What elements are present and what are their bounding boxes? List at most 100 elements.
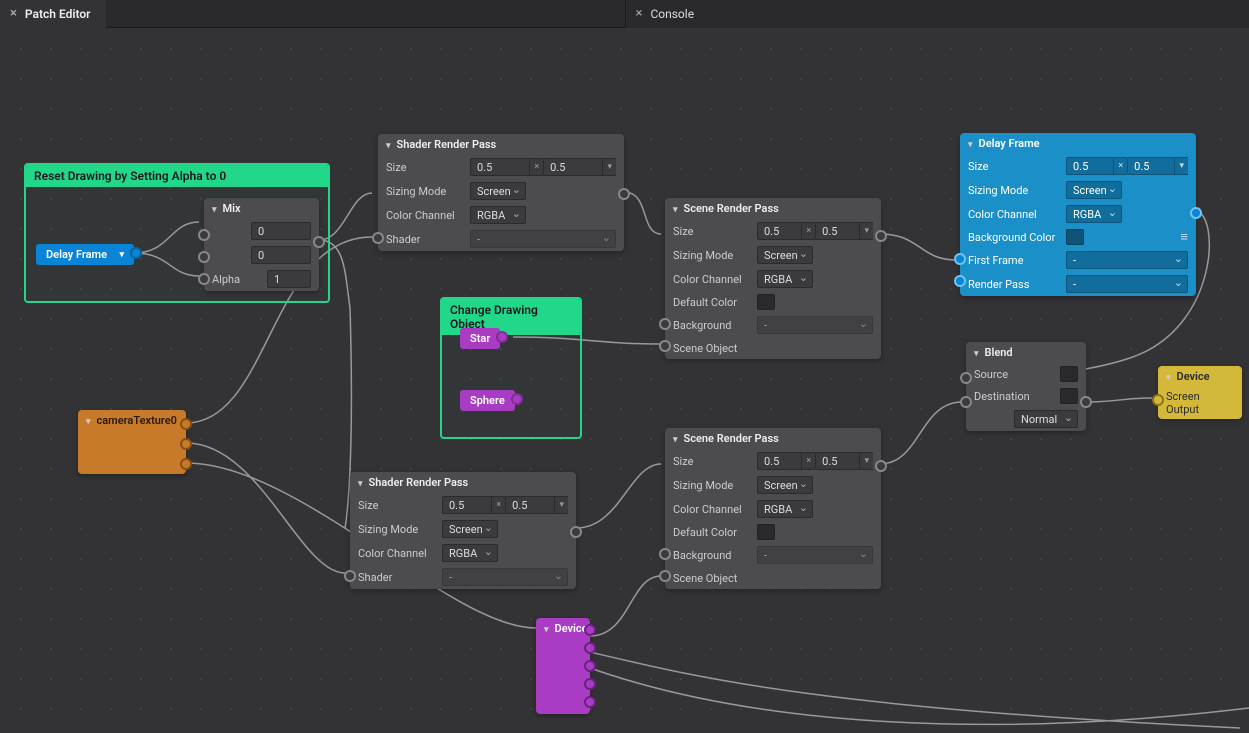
output-port[interactable] — [1080, 396, 1092, 408]
color-channel-select[interactable]: RGBA — [470, 206, 526, 224]
group-title: Reset Drawing by Setting Alpha to 0 — [26, 165, 328, 187]
input-port[interactable] — [1152, 394, 1164, 406]
close-icon[interactable]: × — [10, 6, 17, 21]
color-channel-select[interactable]: RGBA — [757, 500, 813, 518]
input-port[interactable] — [344, 570, 356, 582]
size-input[interactable]: 0.5×0.5▾ — [757, 452, 873, 470]
color-channel-select[interactable]: RGBA — [1066, 205, 1122, 223]
tab-label: Console — [650, 7, 694, 21]
size-input[interactable]: 0.5×0.5▾ — [757, 222, 873, 240]
delay-frame-node[interactable]: Delay Frame Size0.5×0.5▾ Sizing ModeScre… — [960, 133, 1196, 296]
input-port[interactable] — [960, 396, 972, 408]
delay-frame-pill[interactable]: Delay Frame ▾ — [36, 244, 134, 265]
input-port[interactable] — [960, 372, 972, 384]
sphere-pill[interactable]: Sphere — [460, 390, 515, 411]
input-port[interactable] — [954, 253, 966, 265]
node-header[interactable]: Device — [1158, 366, 1242, 387]
node-canvas[interactable]: Reset Drawing by Setting Alpha to 0 Dela… — [0, 28, 1249, 733]
color-swatch[interactable] — [757, 524, 775, 540]
output-port[interactable] — [584, 660, 596, 672]
output-port[interactable] — [875, 230, 887, 242]
blend-mode-select[interactable]: Normal — [1014, 410, 1078, 428]
close-icon[interactable]: × — [636, 6, 643, 21]
mix-node[interactable]: Mix 0 0 Alpha1 — [204, 198, 319, 291]
color-swatch[interactable] — [757, 294, 775, 310]
output-port[interactable] — [1190, 207, 1202, 219]
output-port[interactable] — [584, 624, 596, 636]
background-select[interactable]: - — [757, 546, 873, 564]
output-port[interactable] — [584, 696, 596, 708]
sizing-mode-select[interactable]: Screen — [757, 246, 813, 264]
sizing-mode-label: Sizing Mode — [673, 249, 751, 262]
node-header[interactable]: Shader Render Pass — [350, 472, 576, 493]
output-port[interactable] — [875, 460, 887, 472]
shader-select[interactable]: - — [442, 568, 568, 586]
sizing-mode-select[interactable]: Screen — [442, 520, 498, 538]
sizing-mode-label: Sizing Mode — [358, 523, 436, 536]
tab-patch-editor[interactable]: × Patch Editor — [0, 0, 106, 28]
device-node[interactable]: Device Screen Output — [1158, 366, 1242, 419]
sizing-mode-select[interactable]: Screen — [1066, 181, 1122, 199]
pill-label: Star — [470, 332, 490, 345]
output-port[interactable] — [511, 393, 523, 405]
output-port[interactable] — [618, 188, 630, 200]
shader-render-pass-node[interactable]: Shader Render Pass Size 0.5×0.5▾ Sizing … — [350, 472, 576, 589]
output-port[interactable] — [180, 438, 192, 450]
size-input[interactable]: 0.5×0.5▾ — [470, 158, 616, 176]
node-header[interactable]: Shader Render Pass — [378, 134, 624, 155]
input-port[interactable] — [198, 229, 210, 241]
size-label: Size — [673, 455, 751, 468]
sizing-mode-select[interactable]: Screen — [470, 182, 526, 200]
node-header[interactable]: Delay Frame — [960, 133, 1196, 154]
output-port[interactable] — [584, 642, 596, 654]
pill-label: Delay Frame — [46, 248, 107, 261]
alpha-input[interactable]: 1 — [267, 270, 311, 288]
blend-node[interactable]: Blend Source Destination Normal — [966, 342, 1086, 431]
node-header[interactable]: Scene Render Pass — [665, 428, 881, 449]
first-frame-select[interactable]: - — [1066, 251, 1188, 269]
size-input[interactable]: 0.5×0.5▾ — [442, 496, 568, 514]
output-port[interactable] — [584, 678, 596, 690]
node-header[interactable]: Mix — [204, 198, 319, 219]
mix-input-1[interactable]: 0 — [251, 222, 311, 240]
output-port[interactable] — [130, 247, 142, 259]
input-port[interactable] — [659, 548, 671, 560]
sizing-mode-select[interactable]: Screen — [757, 476, 813, 494]
color-swatch[interactable] — [1060, 388, 1078, 404]
output-port[interactable] — [180, 458, 192, 470]
color-channel-label: Color Channel — [673, 503, 751, 516]
input-port[interactable] — [198, 251, 210, 263]
color-swatch[interactable] — [1066, 229, 1084, 245]
node-header[interactable]: cameraTexture0 — [78, 410, 186, 431]
input-port[interactable] — [659, 570, 671, 582]
color-swatch[interactable] — [1060, 366, 1078, 382]
node-header[interactable]: Blend — [966, 342, 1086, 363]
background-select[interactable]: - — [757, 316, 873, 334]
node-header[interactable]: Scene Render Pass — [665, 198, 881, 219]
destination-label: Destination — [974, 390, 1054, 403]
shader-render-pass-node[interactable]: Shader Render Pass Size 0.5×0.5▾ Sizing … — [378, 134, 624, 251]
output-port[interactable] — [570, 526, 582, 538]
size-input[interactable]: 0.5×0.5▾ — [1066, 157, 1188, 175]
render-pass-select[interactable]: - — [1066, 275, 1188, 293]
output-port[interactable] — [313, 236, 325, 248]
scene-render-pass-node[interactable]: Scene Render Pass Size0.5×0.5▾ Sizing Mo… — [665, 198, 881, 359]
star-pill[interactable]: Star — [460, 328, 500, 349]
device-purple-node[interactable]: Device — [536, 618, 590, 714]
input-port[interactable] — [659, 340, 671, 352]
scene-render-pass-node[interactable]: Scene Render Pass Size0.5×0.5▾ Sizing Mo… — [665, 428, 881, 589]
color-channel-select[interactable]: RGBA — [442, 544, 498, 562]
input-port[interactable] — [659, 318, 671, 330]
camera-texture-node[interactable]: cameraTexture0 — [78, 410, 186, 474]
input-port[interactable] — [372, 232, 384, 244]
default-color-label: Default Color — [673, 296, 751, 309]
node-header[interactable]: Device — [536, 618, 590, 639]
output-port[interactable] — [180, 418, 192, 430]
mix-input-2[interactable]: 0 — [251, 246, 311, 264]
input-port[interactable] — [198, 273, 210, 285]
color-channel-select[interactable]: RGBA — [757, 270, 813, 288]
bg-color-label: Background Color — [968, 231, 1060, 244]
tab-console[interactable]: × Console — [625, 0, 1249, 28]
input-port[interactable] — [954, 275, 966, 287]
shader-select[interactable]: - — [470, 230, 616, 248]
